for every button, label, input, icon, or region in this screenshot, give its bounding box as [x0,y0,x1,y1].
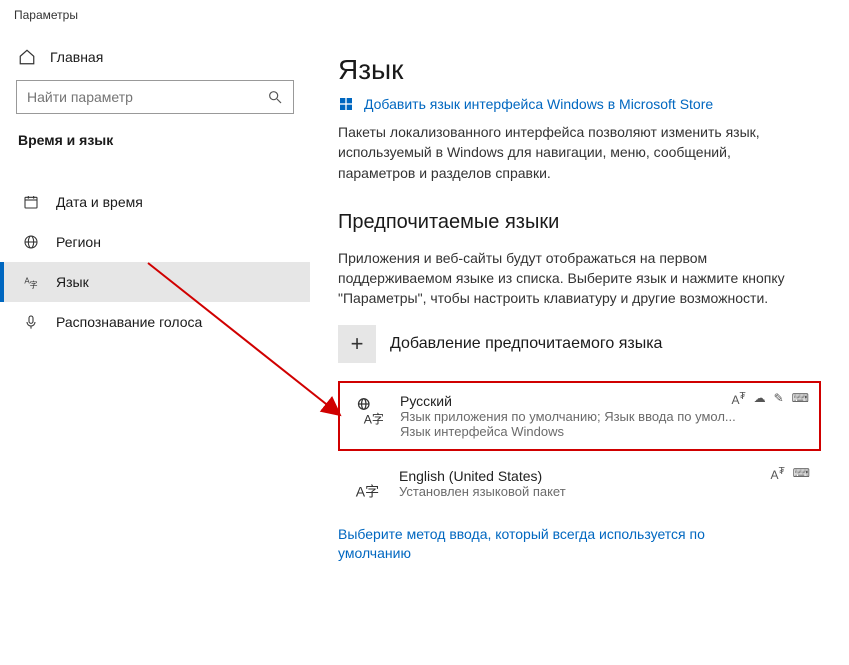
page-heading: Язык [338,54,821,86]
sidebar-item-region[interactable]: Регион [0,222,310,262]
svg-text:A字: A字 [356,483,379,499]
language-icon: A字 [22,274,40,290]
content-panel: Язык Добавить язык интерфейса Windows в … [310,30,849,665]
sidebar-section-title: Время и язык [0,132,310,158]
sidebar-item-speech[interactable]: Распознавание голоса [0,302,310,342]
language-subtitle-2: Язык интерфейса Windows [400,424,807,439]
sidebar-item-language[interactable]: A字 Язык [0,262,310,302]
language-item-english[interactable]: A字 English (United States) Установлен яз… [338,457,821,511]
svg-text:字: 字 [30,279,38,289]
search-box[interactable] [16,80,294,114]
language-name: English (United States) [399,468,808,484]
plus-icon: + [338,325,376,363]
handwriting-icon: ✎ [774,391,784,407]
home-label: Главная [50,49,103,65]
language-feature-badges: A₮ ⌨ [771,466,810,482]
sidebar-item-label: Дата и время [56,194,143,210]
speech-icon: ☁ [754,391,766,407]
store-icon [338,96,354,112]
text-to-speech-icon: A₮ [771,466,785,482]
sidebar: Главная Время и язык Дата и время Регион [0,30,310,665]
add-language-label: Добавление предпочитаемого языка [390,335,662,353]
keyboard-icon: ⌨ [793,466,810,482]
store-link[interactable]: Добавить язык интерфейса Windows в Micro… [338,96,821,112]
svg-text:A字: A字 [364,411,383,425]
sidebar-item-label: Распознавание голоса [56,314,202,330]
globe-icon [22,234,40,250]
window-title: Параметры [0,0,849,30]
language-pack-description: Пакеты локализованного интерфейса позвол… [338,122,798,183]
add-language-button[interactable]: + Добавление предпочитаемого языка [338,325,821,363]
sidebar-nav: Дата и время Регион A字 Язык Распознавани… [0,182,310,342]
sidebar-item-label: Язык [56,274,89,290]
language-subtitle: Язык приложения по умолчанию; Язык ввода… [400,409,770,424]
sidebar-item-datetime[interactable]: Дата и время [0,182,310,222]
preferred-languages-heading: Предпочитаемые языки [338,211,821,234]
language-item-russian[interactable]: A字 Русский Язык приложения по умолчанию;… [338,381,821,451]
language-subtitle: Установлен языковой пакет [399,484,769,499]
calendar-icon [22,194,40,210]
home-icon [18,48,36,66]
store-link-label: Добавить язык интерфейса Windows в Micro… [364,96,713,112]
text-to-speech-icon: A₮ [731,391,745,407]
language-feature-badges: A₮ ☁ ✎ ⌨ [731,391,809,407]
home-button[interactable]: Главная [0,38,310,80]
sidebar-item-label: Регион [56,234,101,250]
language-pack-icon: A字 [352,393,386,439]
default-input-method-link[interactable]: Выберите метод ввода, который всегда исп… [338,525,778,564]
microphone-icon [22,314,40,330]
keyboard-icon: ⌨ [792,391,809,407]
preferred-languages-description: Приложения и веб-сайты будут отображатьс… [338,248,798,309]
search-icon [267,89,283,105]
language-pack-icon: A字 [351,468,385,500]
search-input[interactable] [27,89,267,105]
